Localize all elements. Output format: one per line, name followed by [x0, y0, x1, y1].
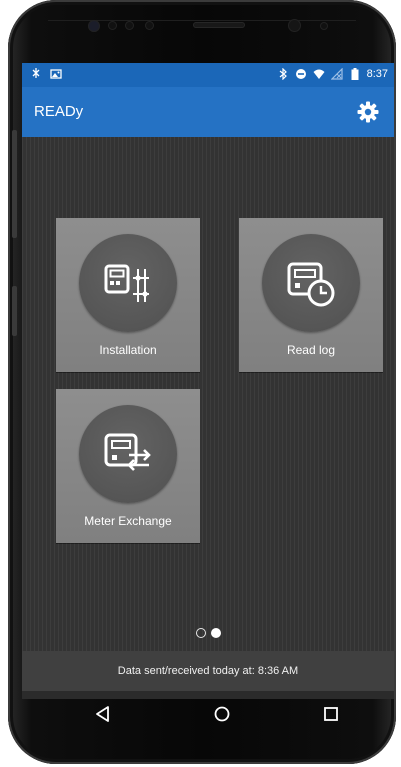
installation-icon-circle [79, 234, 177, 332]
bluetooth-icon [277, 67, 289, 81]
installation-label: Installation [99, 343, 157, 357]
image-notification-icon [50, 67, 62, 79]
sync-status-text: Data sent/received today at: 8:36 AM [117, 665, 299, 677]
earpiece-speaker [193, 22, 245, 28]
sensor-icon [108, 21, 117, 30]
navigation-bar [22, 691, 394, 735]
meter-clock-icon [287, 262, 335, 307]
battery-icon [349, 68, 361, 80]
wifi-icon [313, 68, 325, 80]
back-icon[interactable] [88, 699, 118, 729]
main-dashboard: Installation Read log Meter Exchange [22, 137, 394, 651]
status-bar: 8:37 [22, 63, 394, 87]
app-bar: READy [22, 87, 394, 137]
home-icon[interactable] [207, 699, 237, 729]
meter-exchange-tile[interactable]: Meter Exchange [56, 389, 200, 543]
meter-exchange-label: Meter Exchange [84, 514, 172, 528]
page-indicator [22, 628, 394, 638]
recent-apps-icon[interactable] [316, 699, 346, 729]
no-sim-icon [330, 67, 343, 80]
sensor-icon [145, 21, 154, 30]
iris-camera-icon [288, 19, 301, 32]
page-dot-1[interactable] [195, 628, 206, 638]
volume-button [12, 130, 17, 238]
meter-exchange-icon [104, 433, 151, 471]
bluetooth-off-icon [30, 67, 42, 79]
phone-screen: 8:37 READy Installation Read log Meter E… [22, 63, 394, 699]
phone-frame: 8:37 READy Installation Read log Meter E… [8, 0, 396, 764]
power-button [12, 286, 17, 336]
gear-icon[interactable] [356, 100, 380, 124]
front-camera-icon [88, 20, 100, 32]
read-log-icon-circle [262, 234, 360, 332]
app-title: READy [34, 103, 84, 120]
sync-status-bar: Data sent/received today at: 8:36 AM [22, 651, 394, 691]
meter-wiring-icon [104, 264, 149, 302]
installation-tile[interactable]: Installation [56, 218, 200, 372]
page-dot-2-active[interactable] [210, 628, 221, 638]
meter-exchange-icon-circle [79, 405, 177, 503]
read-log-tile[interactable]: Read log [239, 218, 383, 372]
status-time: 8:37 [366, 68, 388, 80]
sensor-icon [125, 21, 134, 30]
sensor-icon [320, 22, 328, 30]
do-not-disturb-icon [295, 68, 307, 80]
read-log-label: Read log [286, 343, 336, 357]
